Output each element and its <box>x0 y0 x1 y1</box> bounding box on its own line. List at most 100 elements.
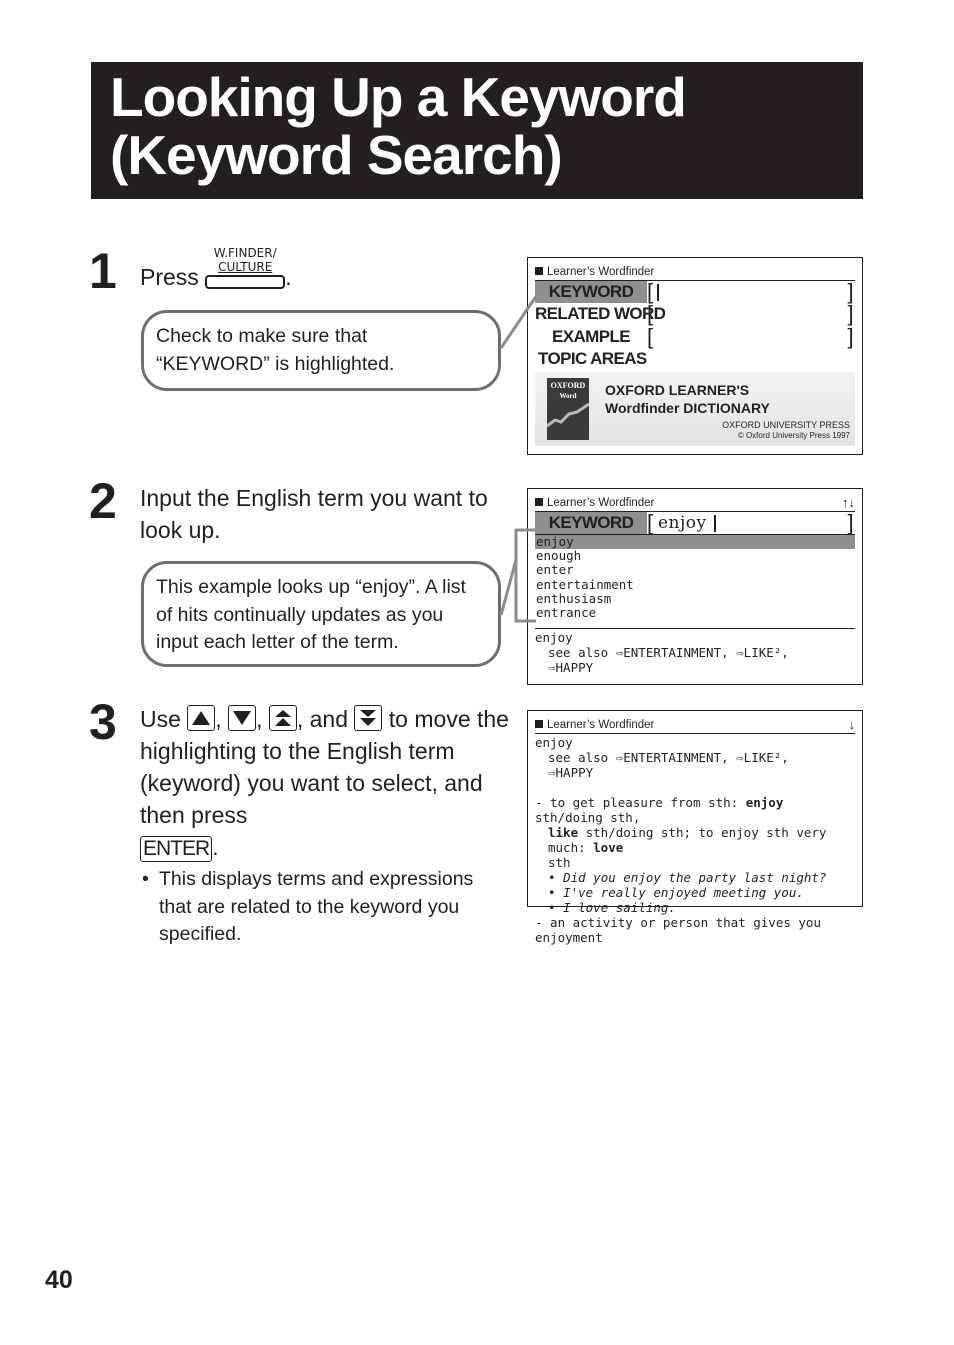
comma: , <box>215 706 222 732</box>
field-label-example: EXAMPLE <box>552 327 631 346</box>
square-icon <box>535 720 543 728</box>
see-also: see also ⇨ENTERTAINMENT, ⇨LIKE², <box>548 750 789 765</box>
field-label-topic-areas: TOPIC AREAS <box>538 349 647 368</box>
bracket-left: [ <box>647 279 653 304</box>
example-text: Did you enjoy the party last night? <box>563 870 827 885</box>
field-topic-areas[interactable]: TOPIC AREAS <box>535 348 855 370</box>
book-cover-title: OXFORD <box>550 381 586 390</box>
key-label-top: W.FINDER/ <box>213 246 277 260</box>
step-2-callout: This example looks up “enjoy”. A list of… <box>141 561 501 667</box>
text-cursor <box>657 284 659 301</box>
screen-keyword-input: Learner’s Wordfinder ↑↓ KEYWORD [ enjoy ]… <box>527 488 863 685</box>
def-text: sth/doing sth; to enjoy sth very much: <box>548 825 827 855</box>
banner-copyright: © Oxford University Press 1997 <box>737 431 850 440</box>
step-2-instruction: Input the English term you want to look … <box>140 485 488 543</box>
page-number: 40 <box>45 1266 73 1294</box>
bracket-right: ] <box>847 324 853 349</box>
definition-1-end: sth <box>548 855 571 870</box>
banner-title-line-2: Wordfinder DICTIONARY <box>605 400 770 416</box>
page-down-key-icon <box>354 705 383 731</box>
example-text: I've really enjoyed meeting you. <box>563 885 804 900</box>
bracket-left: [ <box>647 324 653 349</box>
definition-preview: enjoy see also ⇨ENTERTAINMENT, ⇨LIKE², ⇨… <box>535 630 855 675</box>
definition-1: - to get pleasure from sth: enjoy sth/do… <box>535 795 855 825</box>
bullet-icon: • <box>142 868 149 890</box>
keyword-input-value[interactable]: enjoy <box>658 512 707 534</box>
def-bold: like <box>548 825 579 840</box>
def-text: sth/doing sth, <box>535 810 641 825</box>
list-item[interactable]: entrance <box>535 605 855 620</box>
screen-definition: Learner’s Wordfinder ↓ enjoy see also ⇨EN… <box>527 710 863 945</box>
bracket-left: [ <box>647 510 653 535</box>
step-1-number: 1 <box>89 243 117 299</box>
bracket-right: ] <box>847 301 853 326</box>
callout-2-connector <box>499 559 518 616</box>
square-icon <box>535 267 543 275</box>
example-3: • I love sailing. <box>548 900 676 915</box>
step-1-text: Press <box>140 264 199 290</box>
list-item[interactable]: enthusiasm <box>535 591 855 606</box>
book-cover-graph-icon <box>546 402 590 428</box>
headword: enjoy <box>535 735 573 750</box>
step-3-number: 3 <box>89 694 117 750</box>
banner-publisher: OXFORD UNIVERSITY PRESS <box>722 420 850 430</box>
w-finder-culture-key-icon: W.FINDER/ CULTURE <box>205 246 286 289</box>
preview-see-also-cont: ⇨HAPPY <box>548 660 594 675</box>
period: . <box>212 834 219 860</box>
field-example[interactable]: EXAMPLE [ ] <box>535 326 855 348</box>
page-title-line-1: Looking Up a Keyword <box>110 66 687 128</box>
oxford-dictionary-banner: OXFORD Word OXFORD LEARNER'S Wordfinder … <box>535 372 855 446</box>
step-2-number: 2 <box>89 473 117 529</box>
list-item[interactable]: enter <box>535 563 855 577</box>
field-label-keyword: KEYWORD <box>535 512 647 534</box>
screen-header-title: Learner’s Wordfinder <box>547 719 655 731</box>
def-text: - to get pleasure from sth: <box>535 795 746 810</box>
definition-body: enjoy see also ⇨ENTERTAINMENT, ⇨LIKE², ⇨… <box>535 735 855 945</box>
hit-list: enjoy enough enter entertainment enthusi… <box>535 534 855 620</box>
comma: , <box>256 706 263 732</box>
step-3-note-text: This displays terms and expressions that… <box>159 868 474 945</box>
screen-header: Learner’s Wordfinder ↓ <box>535 717 855 734</box>
step-3-use: Use <box>140 706 181 732</box>
list-item[interactable]: enough <box>535 548 855 563</box>
list-item-selected[interactable]: enjoy <box>535 534 855 550</box>
field-related-word[interactable]: RELATED WORD [ ] <box>535 303 855 325</box>
definition-1-cont: like sth/doing sth; to enjoy sth very mu… <box>535 825 855 855</box>
definition-2: - an activity or person that gives you e… <box>535 915 821 945</box>
step-1-instruction: Press W.FINDER/ CULTURE . <box>140 246 292 293</box>
screen-header: Learner’s Wordfinder <box>535 264 855 281</box>
scroll-down-icon: ↓ <box>848 717 856 732</box>
example-2: • I've really enjoyed meeting you. <box>548 885 804 900</box>
def-bold: love <box>593 840 624 855</box>
example-text: I love sailing. <box>563 900 676 915</box>
up-arrow-key-icon <box>187 705 216 731</box>
preview-see-also: see also ⇨ENTERTAINMENT, ⇨LIKE², <box>548 645 789 660</box>
key-label-bottom: CULTURE <box>218 260 273 274</box>
banner-title-line-1: OXFORD LEARNER'S <box>605 382 750 398</box>
preview-divider <box>535 628 855 629</box>
def-bold: enjoy <box>745 795 784 810</box>
see-also-cont: ⇨HAPPY <box>548 765 594 780</box>
keyword-input-row[interactable]: KEYWORD [ enjoy ] <box>535 512 855 535</box>
key-button-shape <box>205 275 286 289</box>
enter-key-icon: ENTER <box>140 836 213 862</box>
field-label-keyword: KEYWORD <box>535 281 647 303</box>
list-item[interactable]: entertainment <box>535 577 855 592</box>
text-cursor <box>714 515 716 532</box>
book-cover-icon: OXFORD Word <box>546 378 590 440</box>
preview-headword: enjoy <box>535 630 573 645</box>
screen-header-title: Learner’s Wordfinder <box>547 266 655 278</box>
page-title-banner: Looking Up a Keyword (Keyword Search) <box>91 62 863 199</box>
field-keyword[interactable]: KEYWORD [ ] <box>535 281 855 303</box>
and-text: , and <box>296 706 349 732</box>
book-cover-subtitle: Word <box>559 392 577 400</box>
page-title-line-2: (Keyword Search) <box>110 124 563 186</box>
step-1-callout: Check to make sure that “KEYWORD” is hig… <box>141 310 501 391</box>
scroll-up-down-icon: ↑↓ <box>842 495 855 510</box>
field-label-related-word: RELATED WORD <box>535 304 666 323</box>
bracket-right: ] <box>847 510 853 535</box>
step-3-instruction: Use , , , and to move the highlighting t… <box>140 703 510 863</box>
screen-header-title: Learner’s Wordfinder <box>547 497 655 509</box>
screen-keyword-menu: Learner’s Wordfinder KEYWORD [ ] RELATED… <box>527 257 863 455</box>
step-1-period: . <box>285 264 292 290</box>
